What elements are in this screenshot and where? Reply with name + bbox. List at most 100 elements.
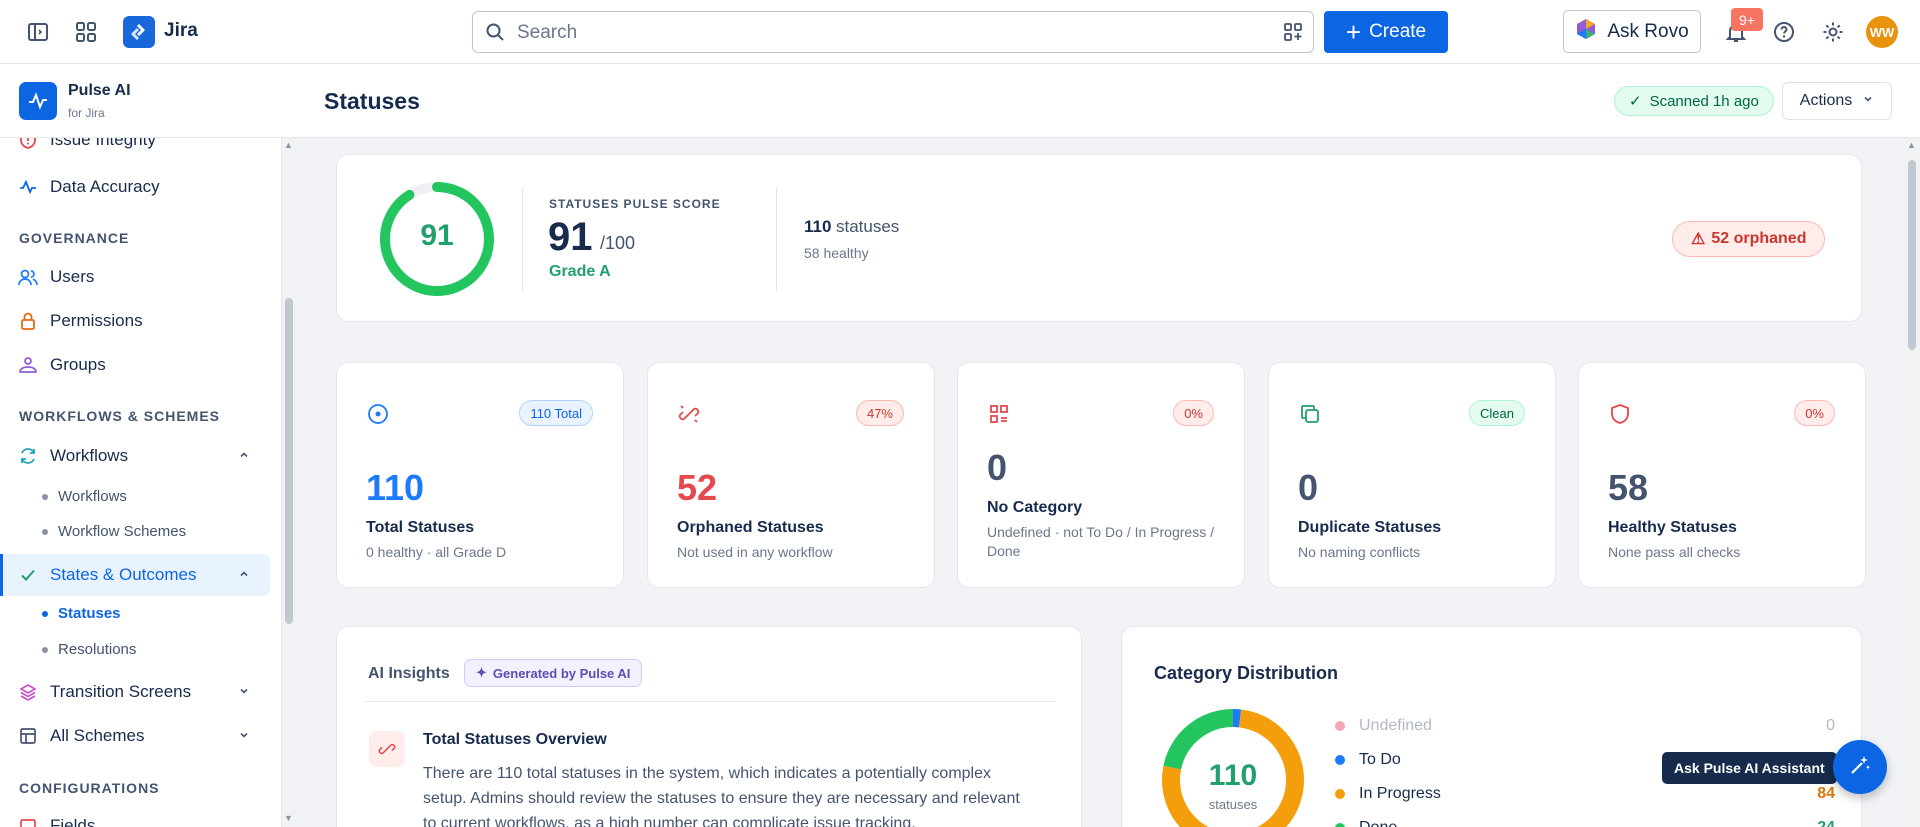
search-icon	[485, 22, 505, 47]
page-title: Statuses	[324, 88, 420, 114]
app-name[interactable]: Jira	[164, 20, 198, 42]
pulse-logo[interactable]	[19, 82, 57, 120]
sidebar-subitem-workflow-schemes[interactable]: Workflow Schemes	[42, 523, 186, 540]
app-switcher-icon[interactable]	[70, 16, 102, 48]
divider	[776, 187, 777, 291]
stat-card-total[interactable]: 110 Total 110 Total Statuses 0 healthy ·…	[336, 362, 624, 588]
page-header: Pulse AI for Jira Statuses ✓ Scanned 1h …	[0, 64, 1920, 138]
sidebar-subitem-label: Statuses	[58, 605, 121, 622]
donut-center-label: statuses	[1208, 797, 1258, 812]
sidebar-item-label: All Schemes	[50, 726, 145, 745]
orphaned-badge-label: 52 orphaned	[1711, 230, 1807, 247]
orphaned-badge[interactable]: ⚠ 52 orphaned	[1672, 221, 1826, 257]
sidebar-item-workflows[interactable]: Workflows	[0, 436, 270, 476]
sparkle-wand-icon	[1848, 753, 1872, 782]
stat-card-no-category[interactable]: 0% 0 No Category Undefined · not To Do /…	[957, 362, 1245, 588]
sidebar-item-label: Permissions	[50, 311, 143, 330]
scroll-down-arrow-icon[interactable]: ▼	[284, 813, 293, 823]
sidebar-item-label: States & Outcomes	[50, 565, 197, 584]
create-button-label: Create	[1369, 21, 1427, 42]
stat-pill: 110 Total	[519, 400, 593, 426]
ai-insights-card: AI Insights ✦ Generated by Pulse AI Tota…	[336, 626, 1082, 827]
jira-logo[interactable]	[123, 16, 155, 48]
score-value: 91	[548, 215, 593, 259]
sidebar-subitem-statuses[interactable]: Statuses	[42, 605, 121, 622]
scroll-up-arrow-icon[interactable]: ▲	[1907, 140, 1916, 150]
stat-pill: Clean	[1469, 400, 1525, 426]
broken-link-icon	[369, 731, 405, 767]
sparkle-icon: ✦	[476, 665, 487, 680]
divider	[522, 187, 523, 291]
main-scrollbar-thumb[interactable]	[1908, 160, 1916, 350]
stat-value: 58	[1608, 467, 1649, 508]
sidebar-toggle-icon[interactable]	[22, 16, 54, 48]
chevron-down-icon	[238, 682, 250, 702]
sidebar-item-users[interactable]: Users	[0, 257, 270, 297]
section-title-governance: GOVERNANCE	[19, 230, 130, 246]
legend-dot	[1335, 721, 1345, 731]
actions-button[interactable]: Actions	[1782, 82, 1892, 120]
sidebar-item-label: Issue Integrity	[50, 138, 156, 149]
top-navigation-bar: Jira Search + Create Ask Rovo 9+ WW	[0, 0, 1920, 64]
score-grade: Grade A	[549, 263, 611, 280]
ask-assistant-button[interactable]	[1833, 740, 1887, 794]
stat-value: 0	[1298, 467, 1319, 508]
distribution-title: Category Distribution	[1154, 663, 1339, 683]
stat-pill: 0%	[1794, 400, 1835, 426]
gear-icon[interactable]	[1817, 16, 1849, 48]
stat-card-orphaned[interactable]: 47% 52 Orphaned Statuses Not used in any…	[647, 362, 935, 588]
generated-badge: ✦ Generated by Pulse AI	[464, 659, 643, 687]
avatar[interactable]: WW	[1866, 16, 1898, 48]
stat-title: Duplicate Statuses	[1298, 519, 1442, 536]
check-icon: ✓	[1629, 93, 1642, 110]
bullet-icon	[42, 493, 48, 500]
sidebar-scrollbar-thumb[interactable]	[285, 298, 293, 624]
sidebar-item-issue-integrity[interactable]: Issue Integrity	[0, 138, 270, 160]
legend-dot	[1335, 789, 1345, 799]
stat-value: 110	[366, 467, 425, 508]
sidebar-item-groups[interactable]: Groups	[0, 345, 270, 385]
sidebar-subitem-resolutions[interactable]: Resolutions	[42, 641, 136, 658]
sidebar-item-label: Users	[50, 267, 95, 286]
legend-item-in-progress: In Progress 84	[1335, 785, 1835, 803]
filter-icon[interactable]	[1283, 22, 1303, 47]
help-icon[interactable]	[1768, 16, 1800, 48]
ask-rovo-button[interactable]: Ask Rovo	[1563, 10, 1701, 53]
sidebar-subitem-workflows[interactable]: Workflows	[42, 488, 127, 505]
sidebar-subitem-label: Workflow Schemes	[58, 523, 187, 540]
donut-center-value: 110	[1208, 759, 1258, 792]
stat-subtitle: None pass all checks	[1608, 544, 1741, 560]
sidebar-item-transition-screens[interactable]: Transition Screens	[0, 672, 270, 712]
sidebar-item-all-schemes[interactable]: All Schemes	[0, 716, 270, 756]
shield-icon	[1609, 403, 1631, 425]
legend-label: To Do	[1359, 751, 1401, 768]
pulse-icon	[18, 177, 38, 197]
sidebar-item-states-outcomes[interactable]: States & Outcomes	[0, 554, 270, 596]
stat-card-healthy[interactable]: 0% 58 Healthy Statuses None pass all che…	[1578, 362, 1866, 588]
sidebar-subitem-label: Workflows	[58, 488, 127, 505]
create-button[interactable]: + Create	[1324, 11, 1448, 53]
rovo-icon	[1575, 18, 1597, 46]
generated-badge-label: Generated by Pulse AI	[492, 665, 631, 681]
stat-pill: 47%	[855, 400, 904, 426]
stat-card-duplicate[interactable]: Clean 0 Duplicate Statuses No naming con…	[1268, 362, 1556, 588]
stat-pill: 0%	[1173, 400, 1214, 426]
legend-item-done: Done 24	[1335, 819, 1835, 827]
section-title-workflows: WORKFLOWS & SCHEMES	[19, 408, 220, 424]
sidebar-item-fields[interactable]: Fields	[0, 806, 270, 827]
bullet-icon	[42, 528, 48, 535]
sidebar-item-permissions[interactable]: Permissions	[0, 301, 270, 341]
sidebar-item-data-accuracy[interactable]: Data Accuracy	[0, 167, 270, 207]
search-input[interactable]: Search	[472, 11, 1314, 53]
refresh-icon	[18, 446, 38, 466]
sidebar-item-label: Groups	[50, 355, 106, 374]
scroll-up-arrow-icon[interactable]: ▲	[284, 140, 293, 150]
legend-label: Done	[1359, 819, 1397, 827]
sidebar-item-label: Data Accuracy	[50, 177, 160, 196]
chevron-up-icon	[238, 565, 250, 585]
sidebar-subitem-label: Resolutions	[58, 641, 137, 658]
chevron-up-icon	[238, 446, 250, 466]
legend-dot	[1335, 823, 1345, 827]
stat-subtitle: 0 healthy · all Grade D	[366, 544, 507, 560]
stat-title: Healthy Statuses	[1608, 519, 1737, 536]
